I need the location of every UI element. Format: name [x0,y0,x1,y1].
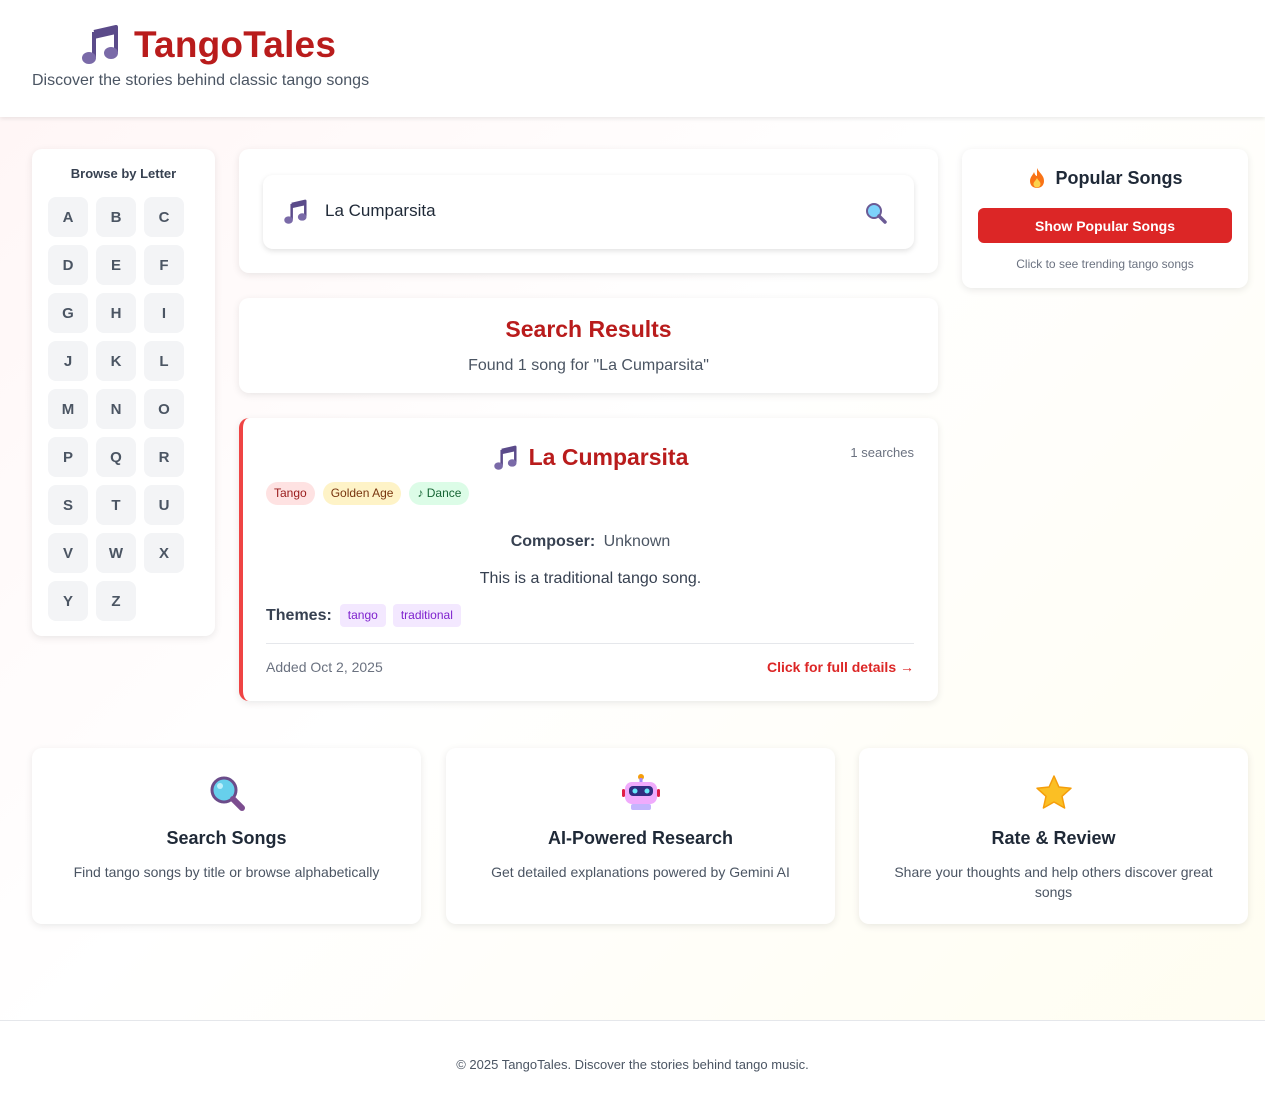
popular-songs-panel: Popular Songs Show Popular Songs Click t… [962,149,1248,288]
letter-button-k[interactable]: K [96,341,136,381]
full-details-link[interactable]: Click for full details → [767,659,914,675]
theme-tag: tango [339,604,386,627]
popular-hint: Click to see trending tango songs [1016,257,1194,271]
search-panel: La Cumparsita [239,149,938,273]
letter-button-y[interactable]: Y [48,581,88,621]
star-icon [1035,775,1072,809]
composer-row: Composer: Unknown [243,533,938,551]
fire-icon [1030,168,1045,188]
letter-button-w[interactable]: W [96,533,136,573]
letter-button-o[interactable]: O [144,389,184,429]
song-tags: Tango Golden Age ♪ Dance [266,482,477,505]
letter-button-d[interactable]: D [48,245,88,285]
song-title: La Cumparsita [528,444,689,470]
letter-button-v[interactable]: V [48,533,88,573]
robot-icon [621,774,660,810]
composer-value: Unknown [603,533,671,550]
app-title: TangoTales [134,24,337,65]
letter-button-n[interactable]: N [96,389,136,429]
feature-card-ai: AI-Powered Research Get detailed explana… [446,748,835,924]
footer: © 2025 TangoTales. Discover the stories … [0,1020,1265,1105]
results-title: Search Results [505,316,672,342]
letter-grid: A B C D E F G H I J K L M N O P Q R S T … [48,197,184,621]
letter-button-c[interactable]: C [144,197,184,237]
feature-card-rate: Rate & Review Share your thoughts and he… [859,748,1248,924]
tag-tango: Tango [266,482,315,505]
letter-button-f[interactable]: F [144,245,184,285]
letter-button-g[interactable]: G [48,293,88,333]
feature-card-search: Search Songs Find tango songs by title o… [32,748,421,924]
search-results-header: Search Results Found 1 song for "La Cump… [239,298,938,393]
theme-tag: traditional [392,604,461,627]
letter-button-x[interactable]: X [144,533,184,573]
browse-title: Browse by Letter [70,166,177,181]
letter-button-m[interactable]: M [48,389,88,429]
popular-title: Popular Songs [1055,167,1183,188]
search-input-value[interactable]: La Cumparsita [325,201,436,221]
letter-button-l[interactable]: L [144,341,184,381]
letter-button-r[interactable]: R [144,437,184,477]
themes-row: Themes: tango traditional [266,604,468,627]
letter-button-b[interactable]: B [96,197,136,237]
magnifier-icon [210,776,245,811]
letter-button-s[interactable]: S [48,485,88,525]
feature-description: Get detailed explanations powered by Gem… [491,864,790,880]
letter-button-u[interactable]: U [144,485,184,525]
tagline: Discover the stories behind classic tang… [32,72,370,89]
tag-dance: ♪ Dance [409,482,470,505]
music-note-icon [493,445,517,470]
themes-label: Themes: [266,606,332,624]
letter-button-e[interactable]: E [96,245,136,285]
search-count: 1 searches [850,445,914,460]
results-count: Found 1 song for "La Cumparsita" [468,357,709,374]
song-card[interactable]: La Cumparsita 1 searches Tango Golden Ag… [239,418,938,701]
popular-title-row: Popular Songs [962,167,1248,189]
letter-button-z[interactable]: Z [96,581,136,621]
feature-title: AI-Powered Research [547,828,734,848]
tag-golden-age: Golden Age [322,482,402,505]
search-icon[interactable] [864,201,888,225]
feature-title: Rate & Review [991,828,1116,848]
music-note-icon [284,199,307,224]
letter-button-t[interactable]: T [96,485,136,525]
letter-button-j[interactable]: J [48,341,88,381]
letter-button-p[interactable]: P [48,437,88,477]
letter-button-a[interactable]: A [48,197,88,237]
footer-text: © 2025 TangoTales. Discover the stories … [456,1057,809,1072]
feature-description: Find tango songs by title or browse alph… [73,864,380,880]
feature-title: Search Songs [166,828,287,848]
song-title-row: La Cumparsita [243,444,938,471]
divider [266,643,914,644]
feature-description: Share your thoughts and help others disc… [894,864,1213,900]
song-description: This is a traditional tango song. [479,570,702,587]
search-input[interactable]: La Cumparsita [263,175,914,249]
browse-by-letter-panel: Browse by Letter A B C D E F G H I J K L… [32,149,215,636]
music-note-icon [82,25,118,64]
letter-button-i[interactable]: I [144,293,184,333]
brand[interactable]: TangoTales [80,24,336,66]
letter-button-q[interactable]: Q [96,437,136,477]
show-popular-songs-button[interactable]: Show Popular Songs [978,208,1232,243]
added-date: Added Oct 2, 2025 [266,659,383,675]
composer-label: Composer: [510,533,596,550]
letter-button-h[interactable]: H [96,293,136,333]
header: TangoTales Discover the stories behind c… [0,0,1265,117]
